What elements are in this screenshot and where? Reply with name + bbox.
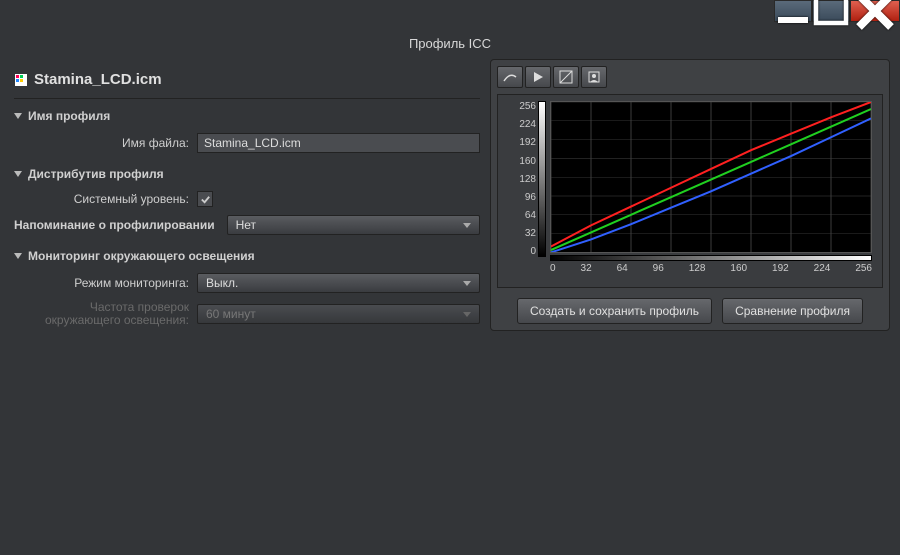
monitoring-mode-dropdown[interactable]: Выкл.: [197, 273, 480, 293]
window-maximize-button[interactable]: [812, 0, 850, 22]
x-gradient-bar: [550, 255, 872, 261]
section-distribution[interactable]: Дистрибутив профиля: [14, 157, 480, 187]
tool-contrast-icon[interactable]: [553, 66, 579, 88]
system-level-checkbox[interactable]: [197, 191, 213, 207]
chevron-down-icon: [14, 171, 22, 177]
reminder-dropdown[interactable]: Нет: [227, 215, 480, 235]
tool-portrait-icon[interactable]: [581, 66, 607, 88]
tool-pen-icon[interactable]: [497, 66, 523, 88]
filename-input[interactable]: [197, 133, 480, 153]
section-monitoring[interactable]: Мониторинг окружающего освещения: [14, 239, 480, 269]
chevron-down-icon: [14, 113, 22, 119]
monitoring-freq-label: Частота проверок окружающего освещения:: [14, 301, 189, 327]
reminder-label: Напоминание о профилировании: [14, 218, 219, 232]
chart-area: 2562241921601289664320 03264961281601922…: [504, 101, 876, 281]
y-axis-ticks: 2562241921601289664320: [504, 101, 536, 257]
system-level-label: Системный уровень:: [14, 192, 189, 206]
file-name: Stamina_LCD.icm: [34, 71, 162, 88]
file-header: Stamina_LCD.icm: [14, 65, 480, 99]
chevron-down-icon: [463, 312, 471, 317]
chart-container: 2562241921601289664320 03264961281601922…: [497, 94, 883, 288]
chevron-down-icon: [463, 281, 471, 286]
chevron-down-icon: [463, 223, 471, 228]
save-profile-button[interactable]: Создать и сохранить профиль: [517, 298, 712, 324]
tool-play-icon[interactable]: [525, 66, 551, 88]
left-pane: Stamina_LCD.icm Имя профиля Имя файла: Д…: [10, 59, 480, 331]
y-gradient-bar: [538, 101, 546, 257]
chevron-down-icon: [14, 253, 22, 259]
filename-label: Имя файла:: [14, 136, 189, 150]
chart-plot: [550, 101, 872, 253]
right-pane: 2562241921601289664320 03264961281601922…: [490, 59, 890, 331]
window-minimize-button[interactable]: [774, 0, 812, 22]
monitoring-mode-label: Режим мониторинга:: [14, 276, 189, 290]
compare-profile-button[interactable]: Сравнение профиля: [722, 298, 863, 324]
profile-file-icon: [14, 73, 28, 87]
app-title: Профиль ICC: [0, 0, 900, 59]
monitoring-freq-dropdown: 60 минут: [197, 304, 480, 324]
window-close-button[interactable]: [850, 0, 900, 22]
chart-toolbar: [497, 66, 883, 94]
section-profile-name[interactable]: Имя профиля: [14, 99, 480, 129]
x-axis-ticks: 0326496128160192224256: [550, 263, 872, 281]
